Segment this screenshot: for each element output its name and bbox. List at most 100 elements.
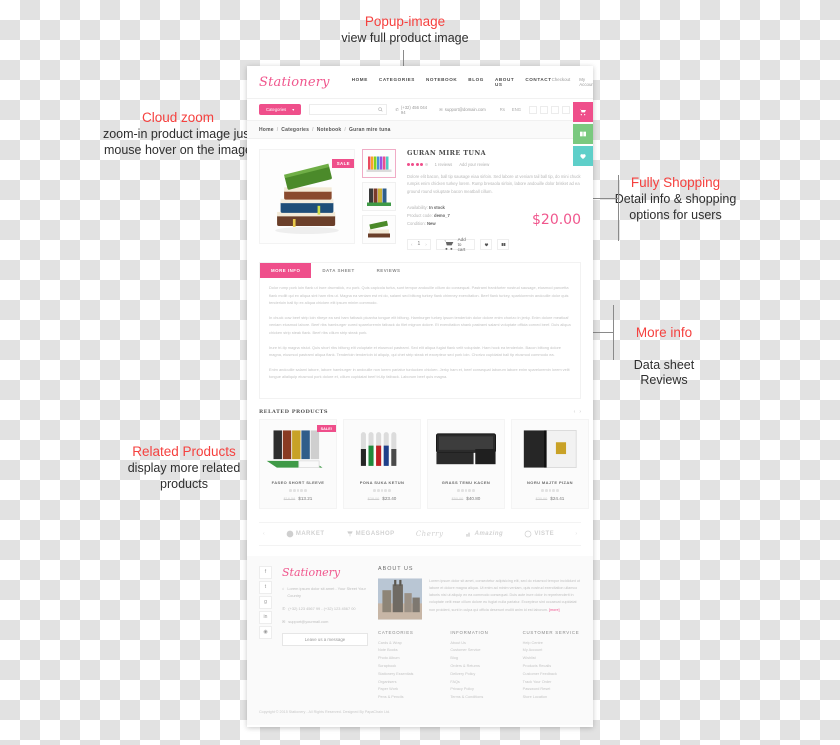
product-card[interactable]: PONA SUKA KETUN $28.00 $23.40 [343, 419, 421, 509]
twitter-icon[interactable]: t [259, 580, 272, 594]
categories-dropdown[interactable]: Categories ▾ [259, 104, 302, 115]
twitter-icon[interactable] [540, 105, 548, 114]
brand-logo-megashop[interactable]: MEGASHOP [346, 530, 395, 538]
nav-item-blog[interactable]: BLOG [468, 77, 484, 87]
brand-logo-amazing[interactable]: Amazing [465, 530, 504, 538]
footer-email-text[interactable]: support@yourmail.com [288, 618, 328, 625]
footer-link[interactable]: Pens & Pencils [378, 694, 436, 702]
quantity-increment[interactable]: › [422, 242, 430, 247]
product-thumbnail[interactable] [362, 182, 396, 211]
footer-link[interactable]: FAQs [450, 679, 508, 687]
add-review-link[interactable]: Add your review [459, 162, 489, 167]
rss-icon[interactable]: ◉ [259, 625, 272, 639]
leave-message-button[interactable]: Leave us a message [282, 632, 368, 646]
product-main-image[interactable]: SALE [259, 149, 355, 244]
footer-link[interactable]: Photo Album [378, 655, 436, 663]
search-input[interactable] [309, 104, 388, 115]
footer-link[interactable]: Organisers [378, 679, 436, 687]
product-card-name: FASEO SHORT SLEEVE [271, 480, 325, 486]
product-card-image [512, 420, 588, 478]
footer-link[interactable]: Orders & Returns [450, 663, 508, 671]
quantity-decrement[interactable]: ‹ [408, 242, 416, 247]
compare-icon [501, 243, 505, 246]
categories-dropdown-label: Categories [266, 107, 287, 112]
linkedin-icon[interactable]: in [259, 610, 272, 624]
footer-link[interactable]: Products Recalls [523, 663, 581, 671]
footer-link[interactable]: Note Books [378, 647, 436, 655]
quantity-stepper[interactable]: ‹ 1 › [407, 238, 431, 250]
tab-data-sheet[interactable]: DATA SHEET [311, 263, 365, 278]
footer-column-title: INFORMATION [450, 629, 489, 635]
footer-link[interactable]: Help Centre [523, 640, 581, 648]
footer-link[interactable]: My Account [523, 647, 581, 655]
add-to-cart-button[interactable]: Add to cart [435, 237, 475, 252]
add-to-compare-button[interactable] [497, 238, 509, 250]
breadcrumb-home[interactable]: Home [259, 127, 274, 133]
product-thumbnails [362, 149, 396, 250]
tab-reviews[interactable]: REVIEWS [366, 263, 412, 278]
link-my-account[interactable]: My Account [579, 77, 593, 87]
product-card[interactable]: GRASS TEMU KACEN $50.00 $40.80 [427, 419, 505, 509]
about-us-image [378, 578, 422, 620]
google-plus-icon[interactable]: g [259, 595, 272, 609]
footer-link[interactable]: Wishlist [523, 655, 581, 663]
purchase-controls: ‹ 1 › Add to cart [407, 237, 581, 252]
main-nav: HOME CATEGORIES NOTEBOOK BLOG ABOUT US C… [352, 77, 552, 87]
breadcrumb-categories[interactable]: Categories [281, 127, 309, 133]
nav-item-categories[interactable]: CATEGORIES [379, 77, 415, 87]
link-checkout[interactable]: Checkout [552, 77, 571, 87]
footer-link[interactable]: Cards & Wrap [378, 640, 436, 648]
product-card-name: PONA SUKA KETUN [359, 480, 405, 486]
product-thumbnail[interactable] [362, 149, 396, 178]
tab-more-info[interactable]: MORE INFO [260, 262, 312, 278]
product-card[interactable]: NORU MAJTE PIZAN $30.00 $24.41 [511, 419, 589, 509]
footer-link[interactable]: Password Reset [523, 686, 581, 694]
footer-link[interactable]: Customer Feedback [523, 671, 581, 679]
nav-item-contact[interactable]: CONTACT [525, 77, 551, 87]
site-logo[interactable]: Stationery [259, 75, 330, 90]
nav-item-home[interactable]: HOME [352, 77, 368, 87]
chevron-left-icon[interactable]: ‹ [263, 531, 265, 537]
currency-select[interactable]: Rs [500, 107, 505, 112]
footer-link[interactable]: Terms & Conditions [450, 694, 508, 702]
linkedin-icon[interactable] [551, 105, 559, 114]
wishlist-tab[interactable] [573, 146, 593, 166]
nav-item-about-us[interactable]: ABOUT US [495, 77, 514, 87]
pinterest-icon[interactable] [562, 105, 570, 114]
annotation-related-products: Related Products display more related pr… [108, 444, 260, 492]
reviews-count[interactable]: 1 reviews [435, 162, 453, 167]
product-card-price: $30.00 $24.41 [512, 496, 588, 501]
brand-logo-cherry[interactable]: Cherry [416, 530, 444, 538]
annotation-popup-image: Popup-image view full product image [320, 14, 490, 47]
chevron-right-icon[interactable]: › [579, 409, 581, 415]
product-thumbnail[interactable] [362, 215, 396, 244]
footer-link[interactable]: Paper Work [378, 686, 436, 694]
brand-logo-viste[interactable]: VISTE [524, 530, 554, 538]
brand-label: MEGASHOP [355, 530, 395, 537]
chevron-left-icon[interactable]: ‹ [574, 409, 576, 415]
footer-link[interactable]: Delivery Policy [450, 671, 508, 679]
language-select[interactable]: ENG [512, 107, 521, 112]
footer-link[interactable]: Scrapbook [378, 663, 436, 671]
footer-link[interactable]: Track Your Order [523, 679, 581, 687]
compare-tab[interactable] [573, 124, 593, 144]
cart-tab[interactable] [573, 102, 593, 122]
footer-link[interactable]: Customer Service [450, 647, 508, 655]
footer-link[interactable]: About Us [450, 640, 508, 648]
footer-link[interactable]: Stationery Essentials [378, 671, 436, 679]
nav-item-notebook[interactable]: NOTEBOOK [426, 77, 457, 87]
footer-link[interactable]: Privacy Policy [450, 686, 508, 694]
add-to-wishlist-button[interactable] [480, 238, 492, 250]
footer-logo[interactable]: Stationery [282, 566, 368, 579]
product-card[interactable]: SALE! FASEO SHORT SLEEVE $16.58 $13.21 [259, 419, 337, 509]
brand-logo-market[interactable]: MARKET [286, 530, 325, 538]
chevron-right-icon[interactable]: › [575, 531, 577, 537]
breadcrumb-notebook[interactable]: Notebook [317, 127, 342, 133]
about-us-more-link[interactable]: [more] [549, 608, 559, 612]
facebook-icon[interactable] [529, 105, 537, 114]
facebook-icon[interactable]: f [259, 565, 272, 579]
product-card-name: NORU MAJTE PIZAN [527, 480, 573, 486]
sale-badge: SALE! [316, 425, 336, 433]
footer-link[interactable]: Blog [450, 655, 508, 663]
footer-link[interactable]: Store Location [523, 694, 581, 702]
